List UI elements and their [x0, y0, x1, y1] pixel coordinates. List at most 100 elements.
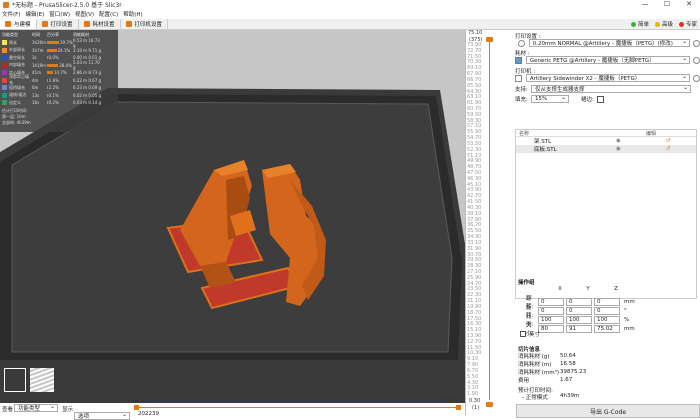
legend-filament: 5.63 m 11.70 g: [73, 60, 100, 71]
legend-pct-cell: 29.7%: [47, 40, 73, 45]
normal-mode-label: - 正常模式: [522, 395, 548, 401]
legend-bar: [47, 86, 48, 90]
legend-swatch: [2, 85, 7, 91]
slice-info-value: 1.67: [560, 377, 573, 383]
legend-time: 13s: [32, 92, 40, 98]
legend-row[interactable]: 搭桥填充 6m 2.2% 0.23 m 0.69 g: [2, 84, 116, 92]
legend-bar: [47, 41, 59, 45]
mode-expert[interactable]: 专家: [678, 20, 697, 28]
support-label: 支持:: [515, 87, 528, 93]
infill-label: 填充:: [515, 97, 528, 103]
printer-gear-icon[interactable]: [693, 74, 700, 82]
object-row[interactable]: 底板.STL ◉ ↺: [516, 145, 696, 153]
edit-icon[interactable]: ↺: [666, 146, 671, 152]
support-select[interactable]: 仅从支撑生成器支撑: [531, 84, 691, 93]
legend-feature: 内部填充: [9, 62, 25, 68]
legend-filament: 0.22 m 0.67 g: [73, 77, 102, 83]
edit-icon[interactable]: ↺: [666, 138, 671, 144]
legend-feature: 自定义: [9, 99, 21, 105]
filament-color-swatch[interactable]: [515, 56, 522, 64]
tab-bar: 与建模 打印设置 耗材设置 打印机设置: [0, 19, 700, 30]
menu-config[interactable]: 配置(C): [99, 10, 118, 18]
print-profile-select[interactable]: 0.20mm NORMAL @Artillery - 魔捷板（PETG）(修改): [528, 38, 691, 47]
slice-info-value: 16.58: [560, 361, 576, 367]
legend-row[interactable]: 外部周长 1h7m 24.1% 3.19 m 9.71 g: [2, 47, 116, 55]
legend-row[interactable]: 顶部实心填充 4m 1.6% 0.22 m 0.67 g: [2, 74, 116, 85]
filament-row: Generic PETG @Artillery - 魔捷板（无脚PETG）: [510, 55, 700, 64]
mode-simple[interactable]: 简单: [630, 20, 649, 28]
status-dot-icon: [654, 21, 660, 27]
legend-total-time: 全部的: 4h39m: [2, 119, 31, 125]
slice-info-key: 费用: [518, 378, 530, 384]
axis-headers: X Y Z: [558, 286, 618, 292]
cube-icon: [5, 21, 11, 27]
tab-print-settings[interactable]: 打印设置: [37, 19, 79, 29]
slice-info-value: 39875.23: [560, 369, 587, 375]
support-row: 支持: 仅从支撑生成器支撑: [510, 84, 700, 93]
menu-edit[interactable]: 编辑(E): [25, 10, 44, 18]
legend-pct: 0.2%: [48, 100, 59, 106]
maximize-button[interactable]: ☐: [656, 0, 678, 9]
layers-view-icon[interactable]: [30, 368, 54, 392]
object-list-header: 名称 编辑: [516, 130, 696, 137]
menu-view[interactable]: 视图(V): [75, 10, 94, 18]
export-gcode-button[interactable]: 导出 G-Code: [516, 404, 700, 418]
infill-select[interactable]: 15%: [531, 94, 569, 103]
legend-pct: 14.7%: [54, 70, 67, 76]
slice-info-key: 消耗耗材 (mm³): [518, 370, 559, 376]
legend-row[interactable]: 内部填充 1h19m 28.4% 5.63 m 11.70 g: [2, 60, 116, 71]
close-button[interactable]: ✕: [678, 0, 700, 9]
filament-gear-icon[interactable]: [693, 56, 700, 64]
legend-bar: [47, 101, 48, 105]
object-row[interactable]: 架.STL ◉ ↺: [516, 137, 696, 145]
eye-icon[interactable]: ◉: [616, 146, 666, 152]
title-bar: *无标题 - PrusaSlicer-2.5.0 基于 Slic3r: [0, 0, 700, 9]
legend-feature: 周长: [9, 39, 17, 45]
filament-profile-select[interactable]: Generic PETG @Artillery - 魔捷板（无脚PETG）: [525, 55, 691, 64]
tab-filament-settings[interactable]: 耗材设置: [79, 19, 121, 29]
normal-mode-time: 4h39m: [560, 393, 580, 399]
legend-swatch: [2, 40, 7, 46]
legend-time: 1h20m: [32, 40, 47, 46]
slider-top-handle[interactable]: [486, 37, 493, 42]
menu-help[interactable]: 帮助(H): [123, 10, 142, 18]
slice-info-value: 50.64: [560, 353, 576, 359]
slider-bottom-value: 0.30: [469, 398, 481, 404]
printer-profile-select[interactable]: Artillery Sidewinder X2 - 魔捷板（PETG）: [525, 73, 691, 82]
horizontal-slider-right-handle[interactable]: [456, 405, 461, 410]
legend-pct: 29.7%: [60, 40, 73, 46]
legend-swatch: [2, 100, 7, 106]
eye-icon[interactable]: ◉: [616, 138, 666, 144]
layer-slider[interactable]: 75.10 (375) 73.90 72.70 71.50 70.30 69.10 67.…: [465, 30, 510, 415]
legend-pct-cell: 0.0%: [47, 55, 73, 60]
legend-row[interactable]: 周长 1h20m 29.7% 6.53 m 16.73 g: [2, 38, 116, 48]
status-dot-icon: [630, 21, 636, 27]
view-type-select[interactable]: 功能类型: [14, 403, 58, 412]
menu-window[interactable]: 窗口(W): [49, 10, 70, 18]
brim-label: 裙边:: [581, 97, 594, 103]
horizontal-slider-left-handle[interactable]: [134, 405, 139, 410]
legend-filament: 0.02 m 0.05 g: [73, 92, 102, 98]
legend-filament: 0.23 m 0.69 g: [73, 85, 102, 91]
menu-file[interactable]: 文件(F): [2, 10, 20, 18]
printer-icon: [125, 21, 132, 27]
legend-pct-cell: 28.4%: [47, 63, 73, 68]
legend-row[interactable]: 自定义 16s 0.2% 0.03 m 0.14 g: [2, 99, 116, 107]
settings-gear-icon[interactable]: [518, 39, 525, 47]
3d-view-icon[interactable]: [4, 368, 26, 392]
bottom-bar: 查看 功能类型 显示 选项 202239 202265: [0, 396, 465, 420]
brim-checkbox[interactable]: [596, 95, 604, 103]
legend-row[interactable]: 裙线/裙边 13s 0.1% 0.02 m 0.05 g: [2, 92, 116, 100]
tab-plater[interactable]: 与建模: [0, 19, 37, 29]
horizontal-slider-track[interactable]: [134, 407, 460, 408]
edit-gear-icon[interactable]: [693, 39, 700, 47]
mode-advanced[interactable]: 高级: [654, 20, 673, 28]
legend-panel: 功能类型 时间 百分率 消耗耗材 周长 1h20m 29.7% 6.53 m 16.7…: [0, 30, 118, 132]
legend-pct-cell: 14.7%: [47, 70, 73, 75]
tab-printer-settings[interactable]: 打印机设置: [121, 19, 169, 29]
inches-checkbox[interactable]: [520, 331, 526, 337]
printer-row: Artillery Sidewinder X2 - 魔捷板（PETG）: [510, 73, 700, 82]
app-icon: [3, 1, 9, 8]
minimize-button[interactable]: —: [634, 0, 656, 9]
slider-bottom-handle[interactable]: [486, 402, 493, 407]
